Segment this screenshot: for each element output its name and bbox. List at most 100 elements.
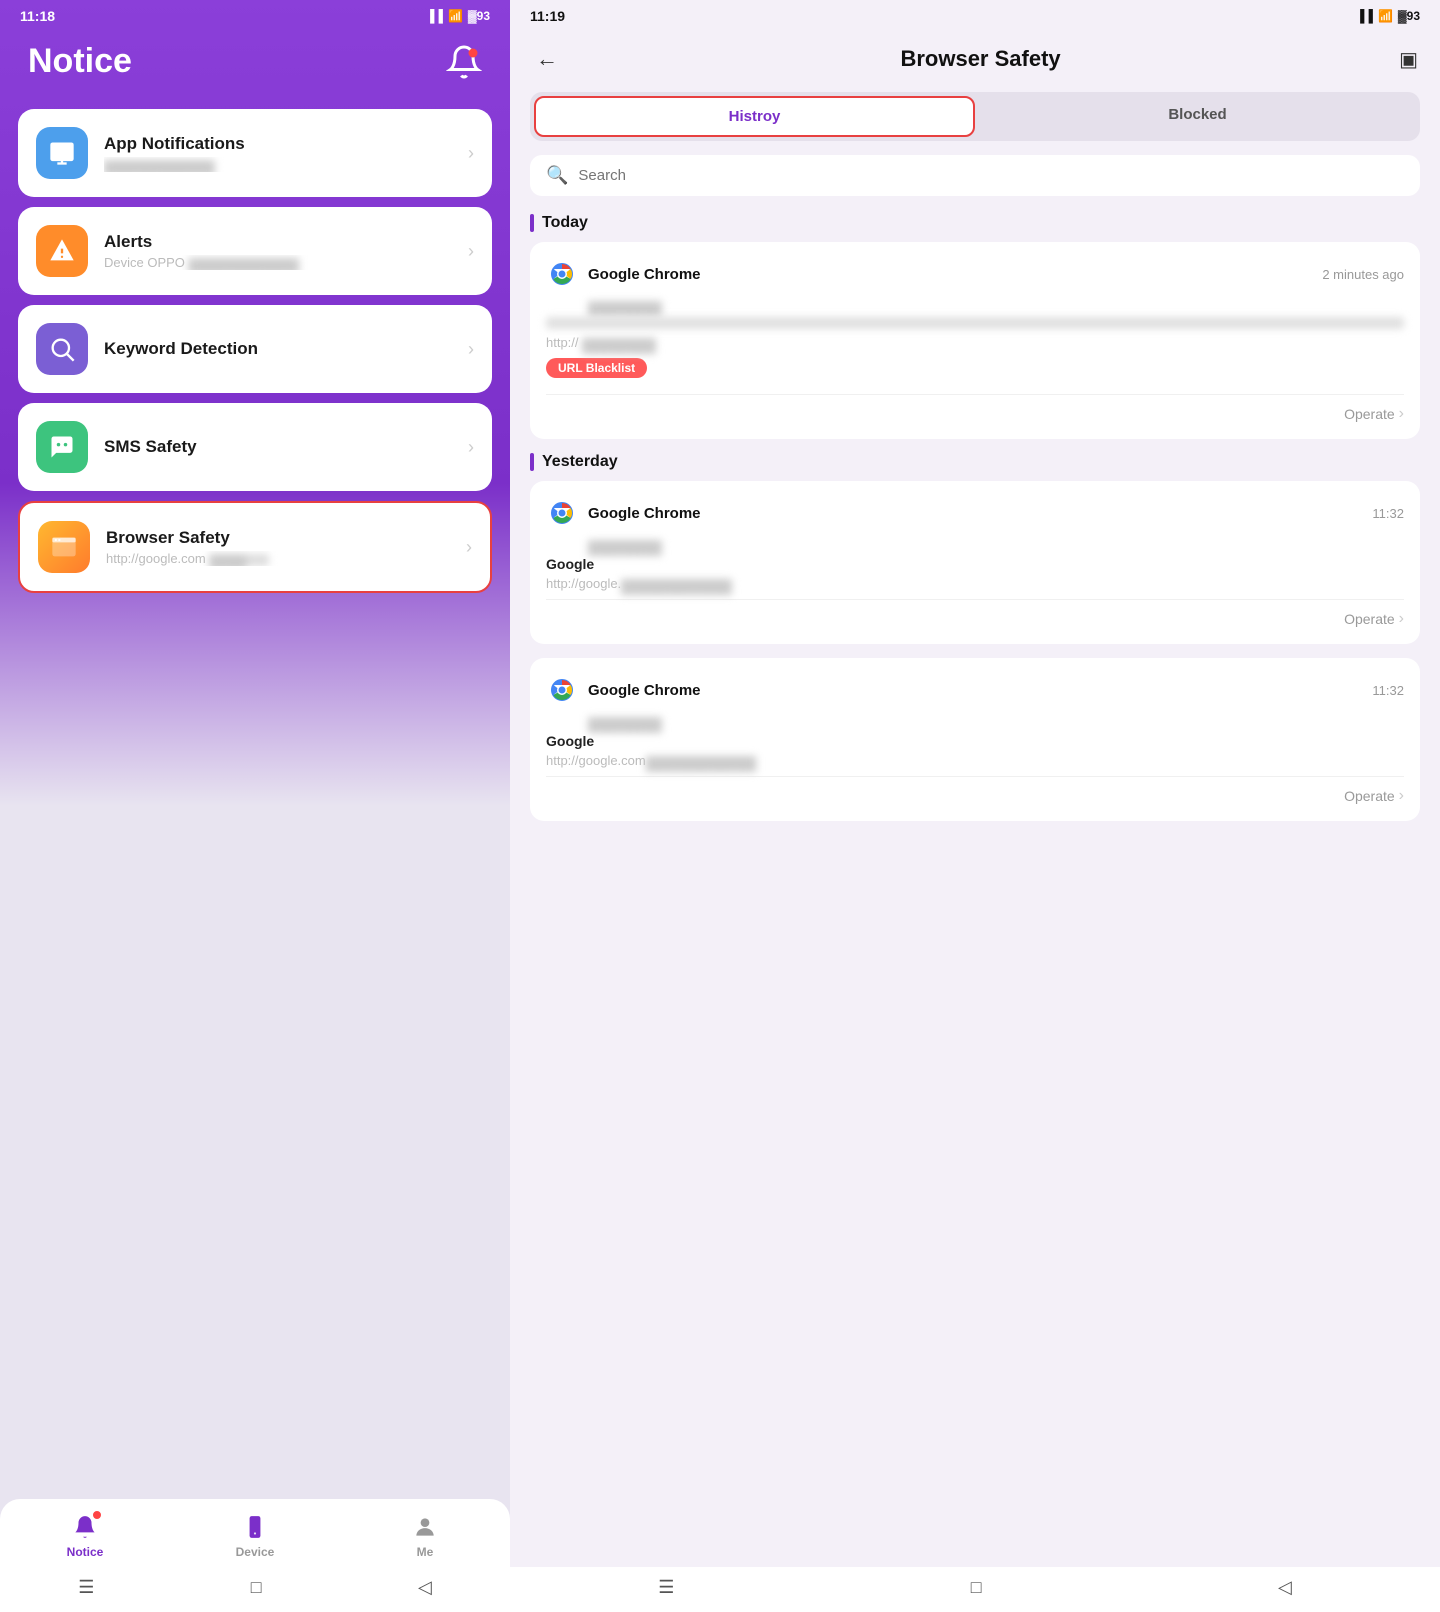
search-icon: 🔍 — [546, 165, 568, 186]
chevron-right-icon: › — [468, 339, 474, 360]
menu-item-app-notifications[interactable]: App Notifications ████████████ › — [18, 109, 492, 197]
section-bar — [530, 214, 534, 232]
menu-list: App Notifications ████████████ › Alerts … — [0, 109, 510, 1499]
notice-nav-label: Notice — [67, 1545, 104, 1559]
app-notifications-text: App Notifications ████████████ — [104, 134, 452, 172]
chevron-right-icon: › — [466, 537, 472, 558]
bell-icon[interactable] — [446, 44, 482, 80]
card-today-time: 2 minutes ago — [1322, 267, 1404, 282]
menu-button[interactable]: ☰ — [78, 1577, 94, 1598]
left-header: Notice — [0, 32, 510, 109]
alerts-subtitle: Device OPPO ████████████ — [104, 255, 404, 270]
me-nav-icon — [411, 1513, 439, 1541]
left-time: 11:18 — [20, 8, 55, 24]
back-button[interactable]: ← — [532, 42, 562, 76]
card-yesterday-2-app-name: Google Chrome — [588, 682, 1362, 699]
right-system-bar: ☰ □ ◁ — [510, 1567, 1440, 1612]
left-status-bar: 11:18 ▐▐ 📶 ▓93 — [0, 0, 510, 32]
url-blacklist-badge: URL Blacklist — [546, 358, 647, 378]
menu-item-keyword-detection[interactable]: Keyword Detection › — [18, 305, 492, 393]
keyword-detection-icon — [36, 323, 88, 375]
chevron-right-icon: › — [468, 437, 474, 458]
card-today-operate-row: Operate › — [546, 394, 1404, 423]
browser-safety-text: Browser Safety http://google.com ████ — [106, 528, 450, 566]
menu-item-browser-safety[interactable]: Browser Safety http://google.com ████ › — [18, 501, 492, 593]
right-scroll-area[interactable]: Histroy Blocked 🔍 Today — [510, 92, 1440, 1567]
battery-icon: ▓93 — [468, 9, 490, 23]
card-yesterday-2-time: 11:32 — [1372, 683, 1404, 698]
card-yesterday-1-sitename: Google — [546, 556, 1404, 572]
right-back-button[interactable]: ◁ — [1278, 1577, 1292, 1598]
section-yesterday-label: Yesterday — [530, 453, 1420, 471]
alerts-text: Alerts Device OPPO ████████████ — [104, 232, 452, 270]
search-input[interactable] — [578, 167, 1404, 184]
section-yesterday-title: Yesterday — [542, 453, 618, 471]
app-notifications-subtitle: ████████████ — [104, 157, 404, 172]
menu-item-alerts[interactable]: Alerts Device OPPO ████████████ › — [18, 207, 492, 295]
right-header: ← Browser Safety ▣ — [510, 32, 1440, 92]
signal-icon: ▐▐ — [426, 9, 443, 23]
wifi-icon: 📶 — [448, 9, 463, 23]
chrome-icon — [546, 497, 578, 529]
sms-safety-icon — [36, 421, 88, 473]
app-notifications-icon — [36, 127, 88, 179]
card-yesterday-1-subtitle: ████████ — [588, 537, 1404, 552]
card-yesterday-1-time: 11:32 — [1372, 506, 1404, 521]
search-bar: 🔍 — [530, 155, 1420, 196]
right-wifi-icon: 📶 — [1378, 9, 1393, 23]
card-today-desc — [546, 317, 1404, 329]
left-system-bar: ☰ □ ◁ — [0, 1567, 510, 1612]
right-signal-icon: ▐▐ — [1356, 9, 1373, 23]
sms-safety-text: SMS Safety — [104, 437, 452, 457]
keyword-detection-text: Keyword Detection — [104, 339, 452, 359]
browser-safety-subtitle: http://google.com ████ — [106, 551, 406, 566]
browser-safety-title: Browser Safety — [106, 528, 450, 548]
home-button[interactable]: □ — [251, 1577, 262, 1598]
chrome-icon — [546, 258, 578, 290]
chevron-right-icon: › — [468, 241, 474, 262]
page-title: Notice — [28, 42, 132, 81]
card-today-url: http:// ████████ — [546, 335, 1404, 350]
right-menu-button[interactable]: ☰ — [658, 1577, 674, 1598]
right-home-button[interactable]: □ — [971, 1577, 982, 1598]
back-button[interactable]: ◁ — [418, 1577, 432, 1598]
right-page-title: Browser Safety — [562, 46, 1399, 72]
card-yesterday-2-subtitle: ████████ — [588, 714, 1404, 729]
tab-blocked[interactable]: Blocked — [979, 96, 1416, 137]
tablet-icon[interactable]: ▣ — [1399, 47, 1418, 72]
sms-safety-title: SMS Safety — [104, 437, 452, 457]
menu-item-sms-safety[interactable]: SMS Safety › — [18, 403, 492, 491]
device-nav-icon — [241, 1513, 269, 1541]
section-today-title: Today — [542, 214, 588, 232]
right-battery-icon: ▓93 — [1398, 9, 1420, 23]
card-yesterday-1-header: Google Chrome 11:32 — [546, 497, 1404, 529]
history-card-yesterday-1: Google Chrome 11:32 ████████ Google http… — [530, 481, 1420, 644]
operate-button-today-1[interactable]: Operate — [1344, 406, 1395, 422]
card-yesterday-1-operate-row: Operate › — [546, 599, 1404, 628]
nav-item-me[interactable]: Me — [385, 1513, 465, 1559]
nav-item-device[interactable]: Device — [215, 1513, 295, 1559]
nav-item-notice[interactable]: Notice — [45, 1513, 125, 1559]
app-notifications-title: App Notifications — [104, 134, 452, 154]
card-yesterday-2-header: Google Chrome 11:32 — [546, 674, 1404, 706]
card-today-app-name: Google Chrome — [588, 266, 1312, 283]
card-yesterday-1-url: http://google.████████████ — [546, 576, 1404, 591]
notice-nav-icon — [71, 1513, 99, 1541]
notice-badge — [92, 1510, 102, 1520]
left-bottom-nav: Notice Device Me — [0, 1499, 510, 1567]
chrome-icon — [546, 674, 578, 706]
keyword-detection-title: Keyword Detection — [104, 339, 452, 359]
card-today-subtitle: ████████ — [588, 298, 1404, 313]
tab-bar: Histroy Blocked — [530, 92, 1420, 141]
card-today-header: Google Chrome 2 minutes ago — [546, 258, 1404, 290]
card-yesterday-1-app-name: Google Chrome — [588, 505, 1362, 522]
operate-button-yesterday-2[interactable]: Operate — [1344, 788, 1395, 804]
section-today-label: Today — [530, 214, 1420, 232]
right-panel: 11:19 ▐▐ 📶 ▓93 ← Browser Safety ▣ Histro… — [510, 0, 1440, 1612]
tab-history[interactable]: Histroy — [534, 96, 975, 137]
chevron-right-icon: › — [468, 143, 474, 164]
section-bar — [530, 453, 534, 471]
operate-button-yesterday-1[interactable]: Operate — [1344, 611, 1395, 627]
right-time: 11:19 — [530, 8, 565, 24]
device-nav-label: Device — [236, 1545, 275, 1559]
